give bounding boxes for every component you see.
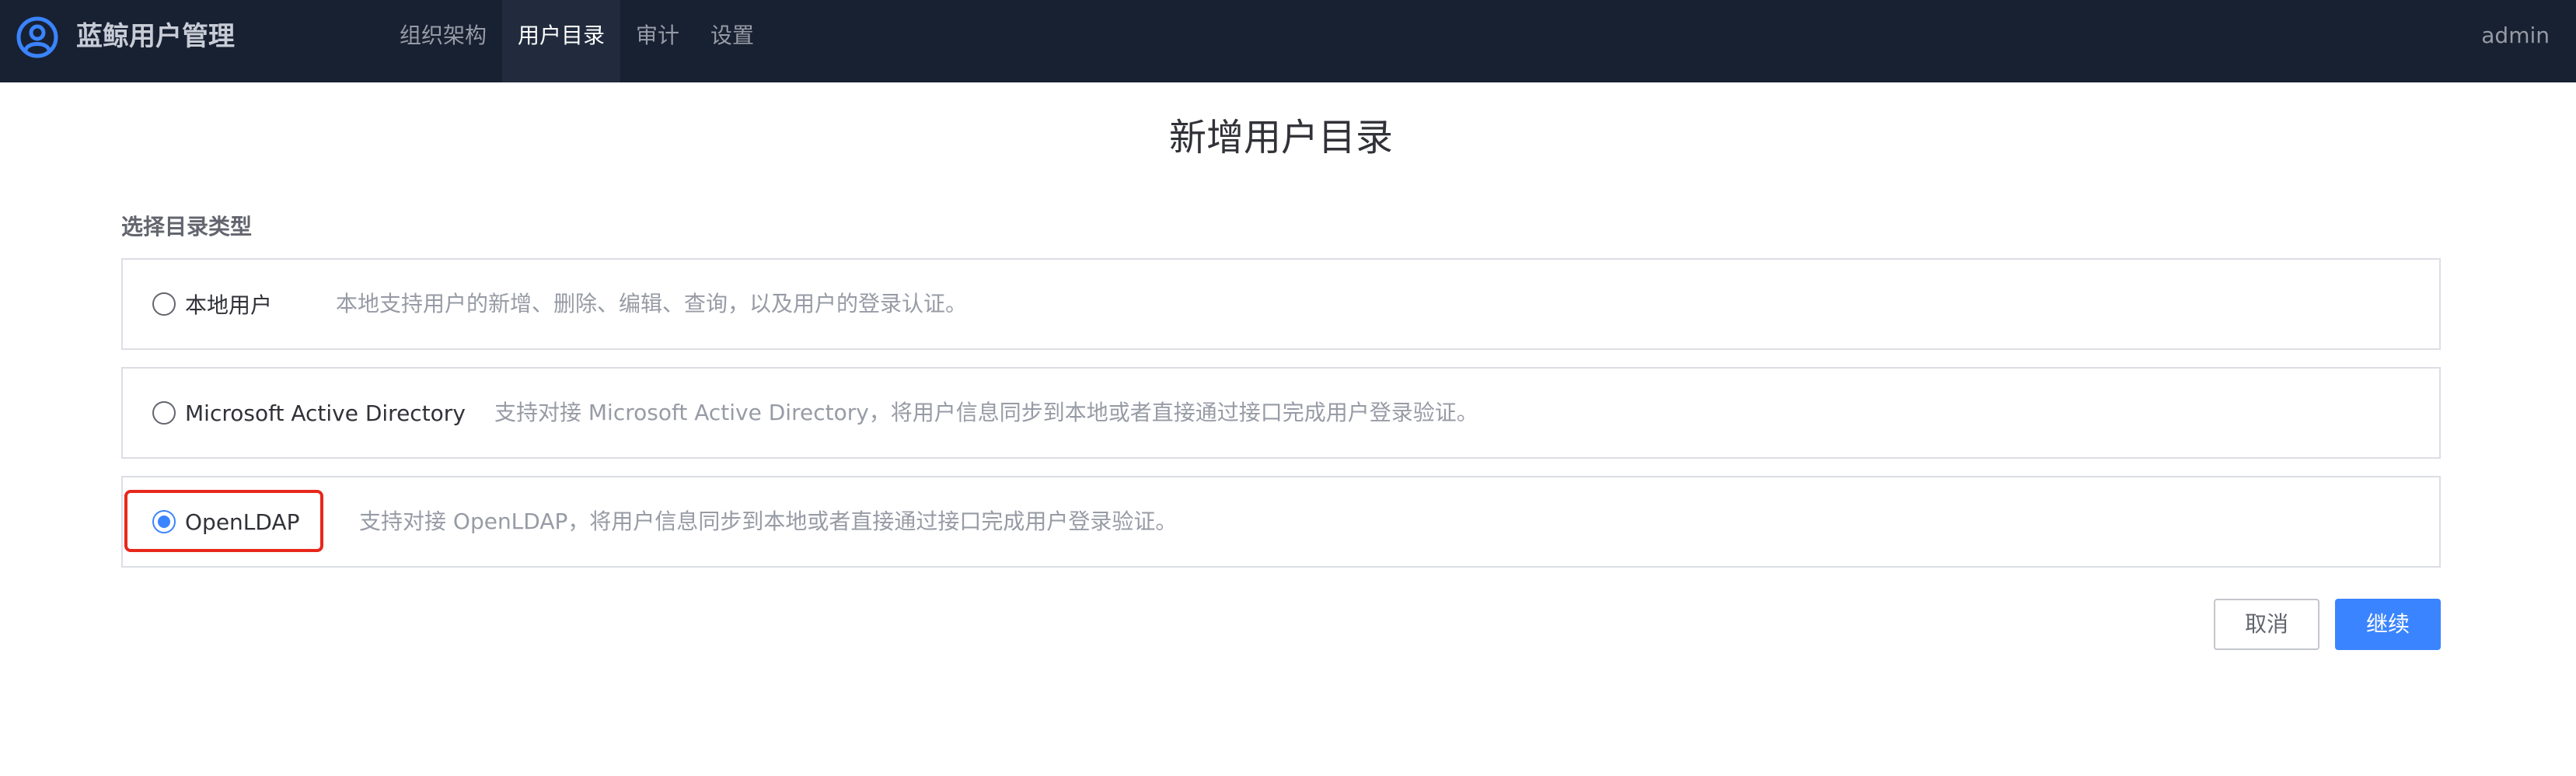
option-label: Microsoft Active Directory (185, 400, 466, 426)
app-title[interactable]: 蓝鲸用户管理 (76, 19, 235, 54)
option-description: 本地支持用户的新增、删除、编辑、查询，以及用户的登录认证。 (336, 291, 968, 316)
radio-button-checked[interactable] (152, 510, 176, 533)
directory-option-local[interactable]: 本地用户 本地支持用户的新增、删除、编辑、查询，以及用户的登录认证。 (121, 258, 2441, 350)
radio-ad-group[interactable]: Microsoft Active Directory (152, 369, 466, 457)
continue-button[interactable]: 继续 (2335, 599, 2441, 650)
user-circle-icon (16, 16, 58, 58)
nav-item-org-structure[interactable]: 组织架构 (384, 0, 502, 82)
directory-option-microsoft-ad[interactable]: Microsoft Active Directory 支持对接 Microsof… (121, 367, 2441, 459)
radio-local-group[interactable]: 本地用户 (152, 260, 272, 348)
main-nav: 组织架构 用户目录 审计 设置 (384, 0, 770, 82)
cancel-button[interactable]: 取消 (2214, 599, 2319, 650)
nav-item-audit[interactable]: 审计 (620, 0, 695, 82)
nav-item-settings[interactable]: 设置 (695, 0, 770, 82)
radio-button[interactable] (152, 401, 176, 425)
section-label: 选择目录类型 (121, 214, 253, 239)
directory-option-openldap[interactable]: OpenLDAP 支持对接 OpenLDAP，将用户信息同步到本地或者直接通过接… (121, 476, 2441, 568)
option-description: 支持对接 OpenLDAP，将用户信息同步到本地或者直接通过接口完成用户登录验证… (359, 509, 1178, 534)
top-navigation-bar: 蓝鲸用户管理 组织架构 用户目录 审计 设置 admin (0, 0, 2576, 82)
option-label: 本地用户 (185, 292, 273, 318)
option-description: 支持对接 Microsoft Active Directory，将用户信息同步到… (494, 400, 1478, 425)
nav-item-user-directory[interactable]: 用户目录 (502, 0, 621, 82)
radio-button[interactable] (152, 292, 176, 316)
user-menu[interactable]: admin (2481, 19, 2550, 53)
option-label: OpenLDAP (185, 509, 300, 535)
radio-openldap-group[interactable]: OpenLDAP (152, 477, 300, 566)
page-title: 新增用户目录 (1168, 116, 1393, 159)
